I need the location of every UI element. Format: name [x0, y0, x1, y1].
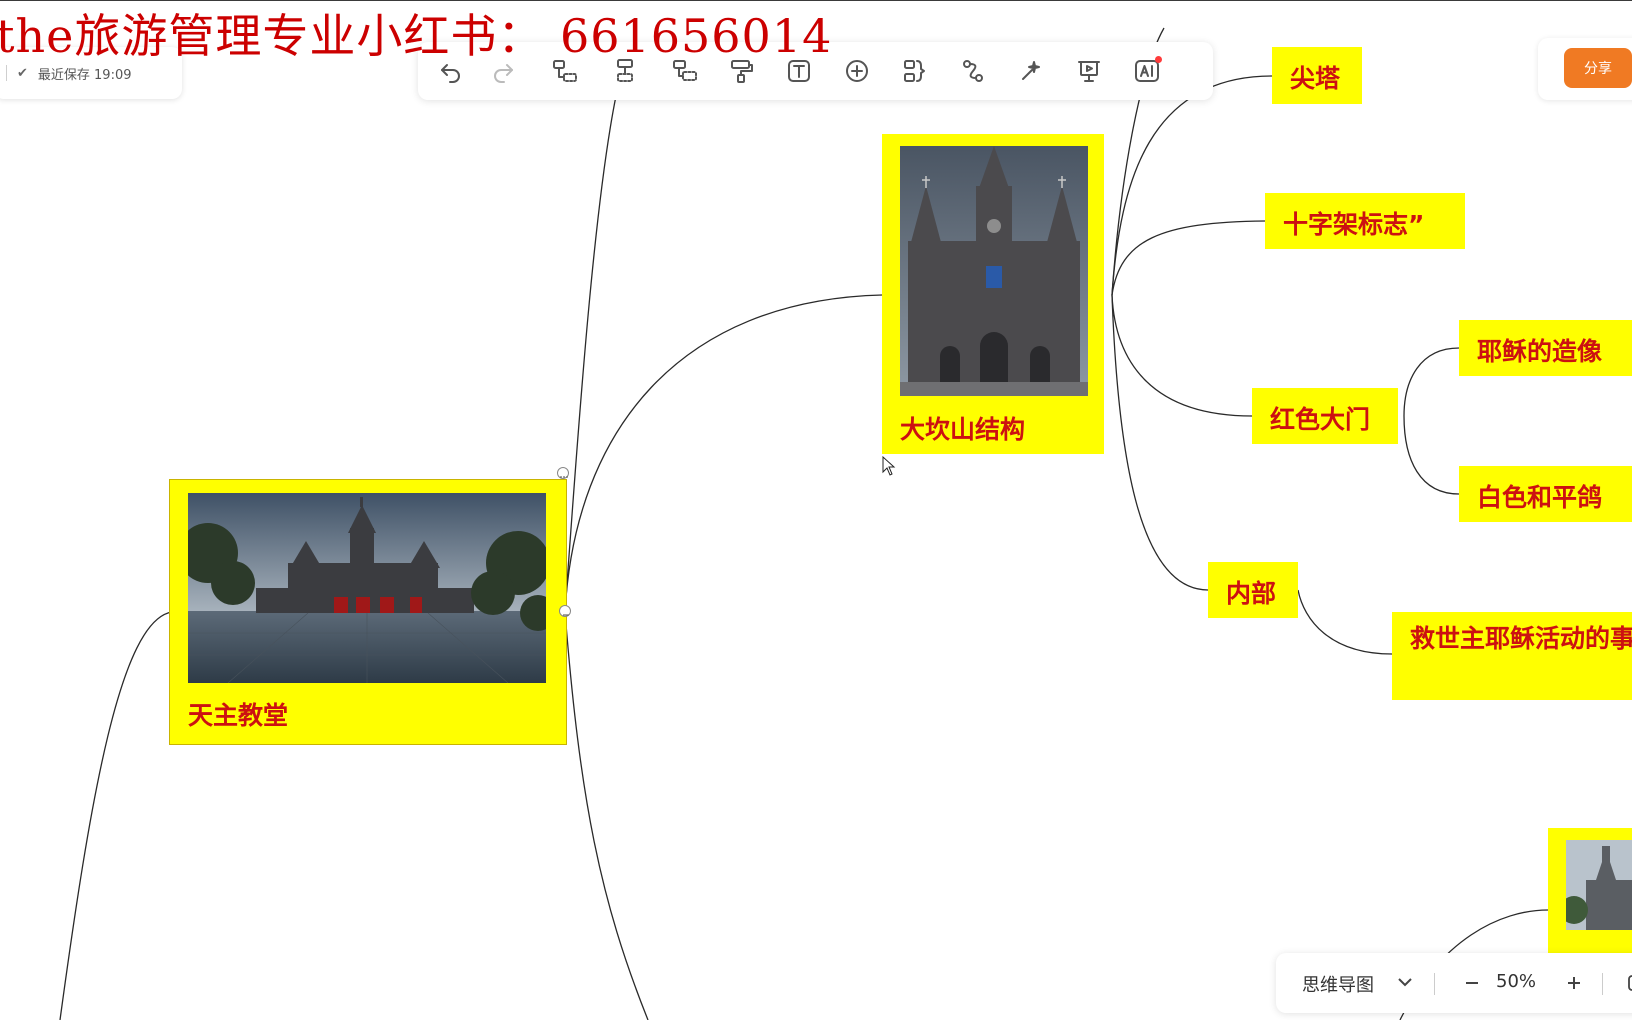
relation-line-icon[interactable]: [956, 54, 990, 88]
connector-to-dove: [1403, 415, 1460, 495]
insert-plus-icon[interactable]: [840, 54, 874, 88]
connector-to-jesus-statue: [1403, 347, 1460, 417]
topic-cross-sign[interactable]: 十字架标志”: [1265, 193, 1465, 249]
topic-label: 耶稣的造像: [1477, 337, 1603, 366]
magic-style-icon[interactable]: [1014, 54, 1048, 88]
share-panel: 分享: [1538, 38, 1632, 100]
topic-label: 十字架标志”: [1283, 210, 1425, 239]
zoom-level: 50%: [1496, 971, 1537, 992]
topic-label: 内部: [1226, 579, 1277, 608]
mouse-cursor-icon: [882, 455, 896, 480]
bar-separator: [1434, 973, 1435, 995]
topic-label: 大坎山结构: [900, 415, 1026, 444]
chevron-down-icon[interactable]: [1394, 971, 1416, 997]
connector-to-spire: [1111, 75, 1273, 296]
more-options-handle[interactable]: [557, 467, 569, 479]
topic-label: 天主教堂: [188, 701, 289, 730]
church-square-photo: [188, 493, 546, 683]
topic-label: 尖塔: [1290, 64, 1341, 93]
topic-partial-photo[interactable]: [1548, 828, 1632, 968]
view-mode-dropdown[interactable]: 思维导图: [1302, 971, 1374, 997]
check-circle-icon: ✔: [17, 65, 28, 81]
ai-icon[interactable]: [1130, 54, 1164, 88]
topic-label: 白色和平鸽: [1477, 483, 1603, 512]
topic-savior-jesus[interactable]: 救世主耶稣活动的事迹: [1392, 612, 1632, 700]
topic-catholic-church[interactable]: 天主教堂: [169, 479, 567, 745]
topic-interior[interactable]: 内部: [1208, 562, 1298, 618]
zoom-in-icon[interactable]: [1562, 971, 1586, 995]
watermark-text: the旅游管理专业小红书： 661656014: [0, 9, 833, 63]
connector-to-structure: [564, 294, 883, 613]
bar-separator: [1602, 973, 1603, 995]
presentation-icon[interactable]: [1072, 54, 1106, 88]
connector-to-cross: [1111, 220, 1266, 296]
topic-label: 红色大门: [1270, 405, 1371, 434]
zoom-out-icon[interactable]: [1460, 971, 1484, 995]
connector-to-redgate: [1111, 294, 1253, 417]
topic-jesus-statue[interactable]: 耶稣的造像: [1459, 320, 1632, 376]
connector-root-upper: [59, 611, 173, 1020]
mindmap-canvas[interactable]: the旅游管理专业小红书： 661656014 ✔ 最近保存 19:09 分享 …: [0, 0, 1632, 1020]
connector-to-interior: [1111, 294, 1209, 591]
connector-to-savior: [1297, 589, 1393, 655]
connector-trunk-down: [564, 611, 649, 1020]
topic-red-gate[interactable]: 红色大门: [1252, 388, 1398, 444]
church-thumbnail-photo: [1566, 840, 1632, 930]
ai-notification-dot: [1155, 56, 1162, 63]
panel-separator: [6, 65, 7, 81]
topic-label: 救世主耶稣活动的事迹: [1410, 624, 1632, 653]
collapse-handle[interactable]: [559, 605, 571, 617]
cathedral-facade-photo: [900, 146, 1088, 396]
summary-icon[interactable]: [898, 54, 932, 88]
bottom-view-bar: 思维导图 50%: [1276, 953, 1632, 1013]
topic-dakanshan-structure[interactable]: 大坎山结构: [882, 134, 1104, 454]
topic-white-dove[interactable]: 白色和平鸽: [1459, 466, 1632, 522]
fit-view-icon[interactable]: [1624, 971, 1632, 995]
share-button[interactable]: 分享: [1564, 48, 1632, 88]
topic-spire[interactable]: 尖塔: [1272, 47, 1362, 104]
connector-trunk-up: [564, 95, 617, 613]
last-saved-label: 最近保存 19:09: [37, 67, 132, 83]
